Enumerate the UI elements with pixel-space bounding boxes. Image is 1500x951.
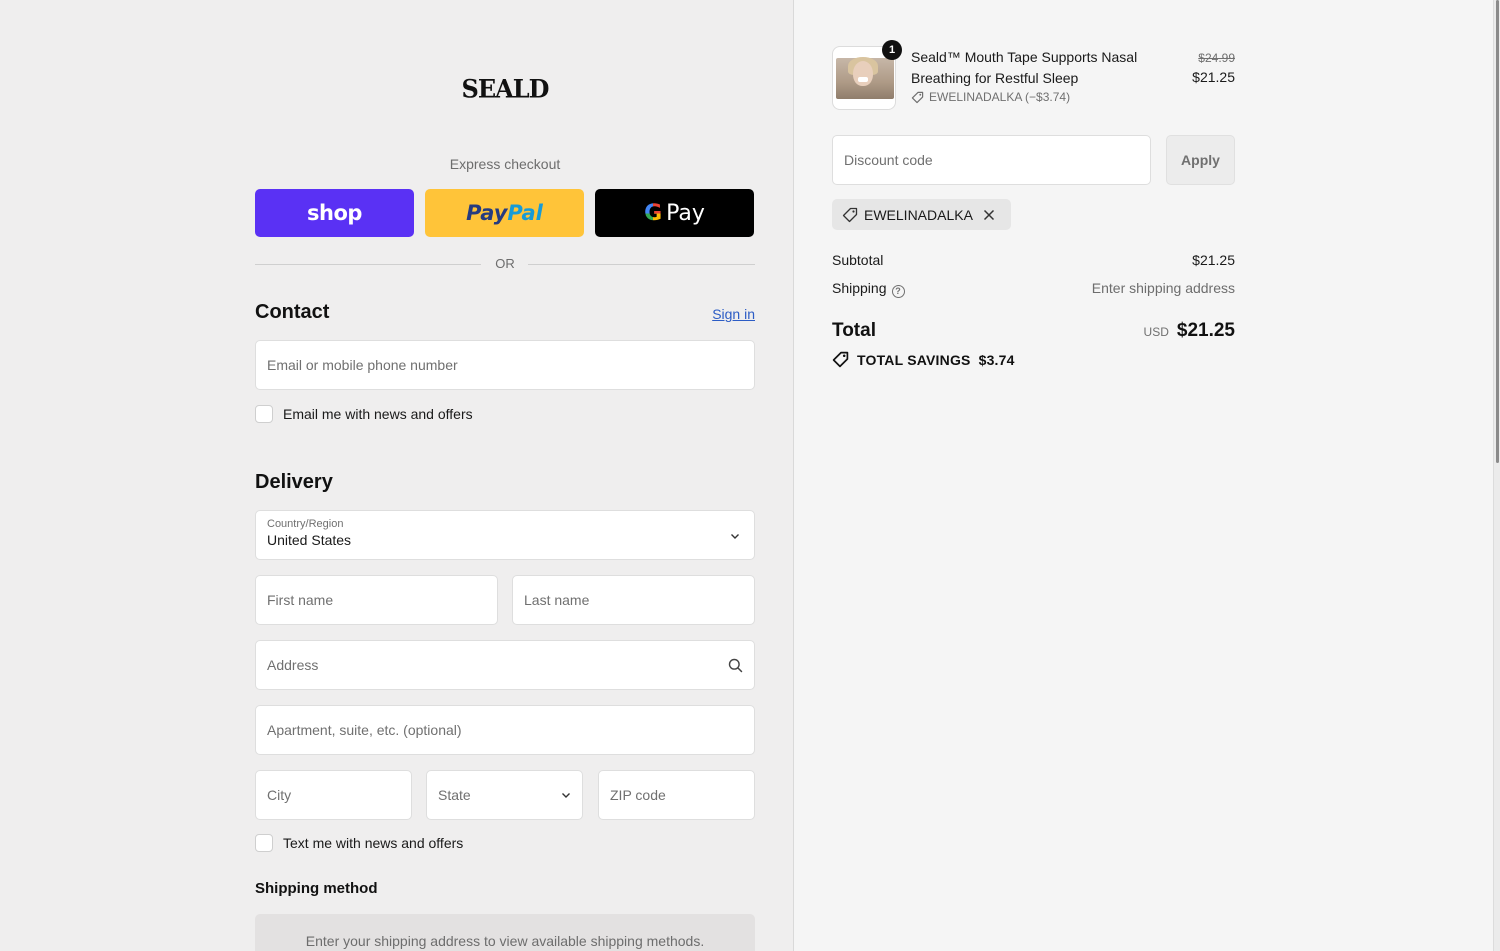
zip-field[interactable]: ZIP code	[598, 770, 755, 820]
email-field[interactable]: Email or mobile phone number	[255, 340, 755, 390]
email-news-option[interactable]: Email me with news and offers	[255, 405, 473, 423]
total-amount: USD $21.25	[1144, 320, 1235, 342]
apartment-field[interactable]: Apartment, suite, etc. (optional)	[255, 705, 755, 755]
country-label: Country/Region	[267, 518, 344, 530]
order-summary-column: 1 Seald™ Mouth Tape Supports Nasal Breat…	[832, 0, 1235, 951]
zip-placeholder: ZIP code	[610, 787, 666, 803]
product-discount: EWELINADALKA (−$3.74)	[911, 90, 1070, 104]
shipping-method-heading: Shipping method	[255, 880, 378, 897]
email-news-label: Email me with news and offers	[283, 406, 473, 422]
shop-pay-button[interactable]: shop	[255, 189, 414, 237]
shipping-value: Enter shipping address	[1091, 280, 1235, 296]
paypal-label-part1: Pay	[466, 201, 508, 225]
email-news-checkbox[interactable]	[255, 405, 273, 423]
applied-discount-chip: EWELINADALKA	[832, 199, 1011, 230]
text-news-label: Text me with news and offers	[283, 835, 464, 851]
chevron-down-icon	[731, 534, 739, 539]
sign-in-link[interactable]: Sign in	[712, 306, 755, 322]
first-name-field[interactable]: First name	[255, 575, 498, 625]
total-value: $21.25	[1176, 320, 1235, 341]
shipping-label: Shipping	[832, 280, 887, 296]
product-name: Seald™ Mouth Tape Supports Nasal Breathi…	[911, 49, 1138, 86]
first-name-placeholder: First name	[267, 592, 334, 608]
state-placeholder: State	[438, 787, 471, 803]
quantity-badge: 1	[882, 40, 902, 60]
subtotal-value: $21.25	[1192, 252, 1235, 268]
product-photo-face	[853, 61, 873, 86]
address-placeholder: Address	[267, 657, 319, 673]
or-divider: OR	[255, 255, 755, 273]
subtotal-label: Subtotal	[832, 252, 884, 268]
last-name-field[interactable]: Last name	[512, 575, 755, 625]
subtotal-row: Subtotal $21.25	[832, 252, 1235, 268]
total-currency: USD	[1143, 325, 1169, 339]
search-icon[interactable]	[728, 658, 743, 673]
tag-icon	[911, 91, 924, 103]
tag-icon	[832, 351, 849, 368]
remove-discount-icon[interactable]	[983, 209, 995, 221]
paypal-button[interactable]: Pay Pal	[425, 189, 584, 237]
discount-code-placeholder: Discount code	[844, 152, 933, 168]
apply-button[interactable]: Apply	[1166, 135, 1235, 185]
original-price: $24.99	[1198, 51, 1235, 65]
product-price: $21.25	[1192, 69, 1235, 85]
country-select[interactable]: Country/Region United States	[255, 510, 755, 560]
brand-logo[interactable]: SEALD	[255, 73, 755, 103]
shipping-method-info: Enter your shipping address to view avai…	[255, 914, 755, 951]
last-name-placeholder: Last name	[524, 592, 590, 608]
tag-icon	[842, 207, 858, 222]
product-discount-text: EWELINADALKA (−$3.74)	[929, 90, 1071, 104]
city-placeholder: City	[267, 787, 292, 803]
contact-heading: Contact	[255, 301, 330, 323]
google-pay-label: Pay	[666, 200, 705, 226]
google-g-icon: G	[644, 200, 663, 226]
help-icon[interactable]: ?	[891, 285, 905, 298]
email-placeholder: Email or mobile phone number	[267, 357, 458, 373]
chevron-down-icon	[562, 793, 570, 798]
checkout-form-panel: SEALD Express checkout shop Pay Pal G Pay…	[0, 0, 793, 951]
country-value: United States	[267, 532, 352, 548]
paypal-label-part2: Pal	[507, 201, 543, 225]
discount-code-input[interactable]: Discount code	[832, 135, 1151, 185]
checkout-form-column: SEALD Express checkout shop Pay Pal G Pay…	[255, 0, 755, 951]
express-checkout-label: Express checkout	[449, 156, 561, 172]
product-photo-tape	[858, 77, 868, 82]
shop-pay-label: shop	[307, 201, 362, 225]
or-line-right	[528, 264, 755, 265]
total-savings-value: $3.74	[978, 351, 1015, 368]
total-label: Total	[832, 320, 876, 341]
address-field[interactable]: Address	[255, 640, 755, 690]
scrollbar-thumb[interactable]	[1496, 0, 1499, 463]
shipping-row: Shipping? Enter shipping address	[832, 280, 1235, 298]
city-field[interactable]: City	[255, 770, 412, 820]
text-news-option[interactable]: Text me with news and offers	[255, 834, 463, 852]
total-savings: TOTAL SAVINGS $3.74	[832, 351, 1015, 368]
state-select[interactable]: State	[426, 770, 583, 820]
apartment-placeholder: Apartment, suite, etc. (optional)	[267, 722, 462, 738]
total-savings-label: TOTAL SAVINGS	[857, 351, 971, 368]
text-news-checkbox[interactable]	[255, 834, 273, 852]
applied-discount-code: EWELINADALKA	[864, 206, 973, 223]
google-pay-button[interactable]: G Pay	[595, 189, 754, 237]
order-summary-panel: 1 Seald™ Mouth Tape Supports Nasal Breat…	[794, 0, 1493, 951]
delivery-heading: Delivery	[255, 471, 333, 493]
